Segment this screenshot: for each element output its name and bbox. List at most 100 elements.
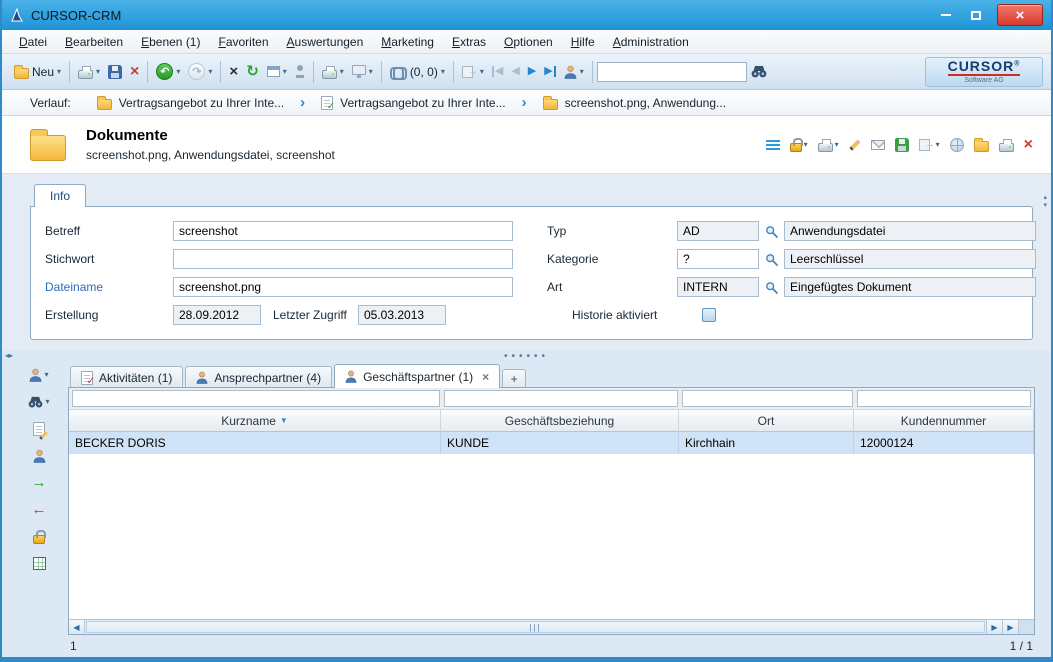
column-header-ort[interactable]: Ort xyxy=(679,410,854,432)
menu-item-hilfe[interactable]: Hilfe xyxy=(562,32,604,52)
breadcrumb-item-1[interactable]: Vertragsangebot zu Ihrer Inte... xyxy=(93,94,288,112)
filter-geschaeftsbeziehung-input[interactable] xyxy=(444,390,678,407)
nav-first-button[interactable]: ◀ xyxy=(488,58,507,86)
collapse-handle[interactable]: ▴▾ xyxy=(1043,194,1047,211)
save-button[interactable] xyxy=(104,58,126,86)
stamp-button[interactable] xyxy=(291,58,309,86)
web-button[interactable] xyxy=(950,138,964,152)
column-header-kundennummer[interactable]: Kundennummer xyxy=(854,410,1034,432)
menu-item-optionen[interactable]: Optionen xyxy=(495,32,562,52)
add-tab-button[interactable]: + xyxy=(502,369,526,388)
scroll-left-button[interactable]: ◀ xyxy=(69,620,85,634)
typ-lookup-button[interactable] xyxy=(765,225,778,238)
betreff-input[interactable] xyxy=(173,221,513,241)
filter-kundennummer-input[interactable] xyxy=(857,390,1031,407)
header-print-button[interactable]: ▾ xyxy=(818,138,839,152)
breadcrumb-item-3[interactable]: screenshot.png, Anwendung... xyxy=(539,94,730,112)
horizontal-scrollbar[interactable]: ◀ ||| ▶ ▶ xyxy=(69,619,1034,634)
tab-aktivitaeten[interactable]: Aktivitäten (1) xyxy=(70,366,183,388)
header-export-button[interactable]: ▾ xyxy=(919,139,940,151)
unassign-button[interactable]: ← xyxy=(32,500,47,519)
art-code-input[interactable] xyxy=(677,277,759,297)
menu-item-extras[interactable]: Extras xyxy=(443,32,495,52)
scroll-page-right-button[interactable]: ▶ xyxy=(1002,620,1018,634)
forward-button[interactable]: ↷▾ xyxy=(184,58,216,86)
kategorie-code-input[interactable] xyxy=(677,249,759,269)
minimize-button[interactable] xyxy=(931,4,961,26)
filter-kurzname-input[interactable] xyxy=(72,390,440,407)
nav-next-button[interactable]: ▶ xyxy=(524,58,540,86)
refresh-icon: ↻ xyxy=(246,64,259,79)
edit-button[interactable] xyxy=(849,143,861,147)
splitter-collapse-handle[interactable]: ◂▸ xyxy=(5,351,13,360)
menu-item-datei[interactable]: Datei xyxy=(10,32,56,52)
printer-icon xyxy=(818,143,833,152)
stichwort-input[interactable] xyxy=(173,249,513,269)
horizontal-splitter[interactable]: ◂▸ •••••• xyxy=(2,350,1051,362)
print-copy-button[interactable] xyxy=(999,138,1014,152)
user-button[interactable]: ▾ xyxy=(560,58,588,86)
close-button[interactable]: × xyxy=(997,4,1043,26)
tab-geschaeftspartner[interactable]: Geschäftspartner (1) × xyxy=(334,364,500,388)
menu-item-auswertungen[interactable]: Auswertungen xyxy=(278,32,373,52)
back-button[interactable]: ↶▾ xyxy=(152,58,184,86)
previous-record-icon: ◀ xyxy=(511,66,519,77)
find-button[interactable] xyxy=(747,58,771,86)
lock-button[interactable]: ▾ xyxy=(790,137,808,152)
quick-print-button[interactable]: ▾ xyxy=(318,58,348,86)
note-button[interactable] xyxy=(33,419,45,438)
dateiname-label[interactable]: Dateiname xyxy=(45,280,173,294)
list-button[interactable] xyxy=(766,140,780,150)
menu-item-marketing[interactable]: Marketing xyxy=(372,32,443,52)
person-icon xyxy=(564,65,577,79)
nav-last-button[interactable]: ▶ xyxy=(540,58,559,86)
contact-menu-button[interactable]: ▾ xyxy=(29,365,48,384)
delete-button[interactable]: × xyxy=(126,58,143,86)
scroll-right-button[interactable]: ▶ xyxy=(986,620,1002,634)
tab-info[interactable]: Info xyxy=(34,184,86,207)
filter-ort-input[interactable] xyxy=(682,390,853,407)
menu-item-favoriten[interactable]: Favoriten xyxy=(209,32,277,52)
search-menu-button[interactable]: ▾ xyxy=(28,392,49,411)
header-save-button[interactable] xyxy=(895,138,909,152)
scrollbar-grip[interactable]: ||| xyxy=(529,623,541,632)
archive-button[interactable] xyxy=(974,138,989,152)
kategorie-lookup-button[interactable] xyxy=(765,253,778,266)
link-button[interactable]: (0, 0) ▾ xyxy=(386,58,449,86)
close-tab-icon[interactable]: × xyxy=(482,370,489,384)
menu-item-administration[interactable]: Administration xyxy=(604,32,698,52)
search-input[interactable] xyxy=(597,62,747,82)
filter-cell xyxy=(680,390,855,407)
new-button[interactable]: Neu ▾ xyxy=(10,58,65,86)
refresh-button[interactable]: ↻ xyxy=(242,58,263,86)
splitter-grip[interactable]: •••••• xyxy=(504,351,549,362)
view-button[interactable]: ▾ xyxy=(263,58,291,86)
dateiname-input[interactable] xyxy=(173,277,513,297)
typ-code-input[interactable] xyxy=(677,221,759,241)
preview-button[interactable]: ▾ xyxy=(348,58,377,86)
column-header-kurzname[interactable]: Kurzname ▼ xyxy=(69,410,441,432)
person-button[interactable] xyxy=(33,446,46,465)
art-lookup-button[interactable] xyxy=(765,281,778,294)
delete-icon: × xyxy=(130,64,139,80)
mail-button[interactable] xyxy=(871,140,885,150)
chevron-down-icon: ▾ xyxy=(441,67,445,76)
menu-item-bearbeiten[interactable]: Bearbeiten xyxy=(56,32,132,52)
assign-button[interactable]: → xyxy=(32,473,47,492)
minimize-icon xyxy=(941,14,951,16)
print-button[interactable]: ▾ xyxy=(74,58,104,86)
export-button[interactable]: ▾ xyxy=(458,58,488,86)
maximize-button[interactable] xyxy=(961,4,991,26)
excel-export-button[interactable] xyxy=(33,554,46,573)
column-header-geschaeftsbeziehung[interactable]: Geschäftsbeziehung xyxy=(441,410,679,432)
scrollbar-track[interactable]: ||| xyxy=(86,621,985,633)
table-row[interactable]: BECKER DORIS KUNDE Kirchhain 12000124 xyxy=(69,432,1034,454)
nav-prev-button[interactable]: ◀ xyxy=(507,58,523,86)
breadcrumb-item-2[interactable]: Vertragsangebot zu Ihrer Inte... xyxy=(317,94,509,112)
historie-checkbox[interactable] xyxy=(702,308,716,322)
close-record-button[interactable]: × xyxy=(225,58,242,86)
menu-item-ebenen[interactable]: Ebenen (1) xyxy=(132,32,209,52)
tab-ansprechpartner[interactable]: Ansprechpartner (4) xyxy=(185,366,332,388)
header-delete-button[interactable]: × xyxy=(1024,137,1033,153)
lock-record-button[interactable] xyxy=(33,527,45,546)
